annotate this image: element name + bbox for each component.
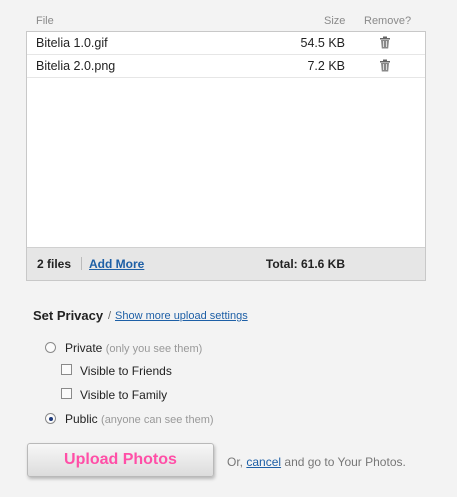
- header-file: File: [36, 15, 54, 27]
- file-row: Bitelia 2.0.png 7.2 KB: [27, 55, 425, 78]
- private-radio[interactable]: [45, 342, 56, 353]
- add-more-link[interactable]: Add More: [89, 257, 144, 271]
- trash-icon[interactable]: [379, 36, 391, 49]
- file-list-footer: 2 files Add More Total: 61.6 KB: [27, 247, 425, 280]
- file-rows: Bitelia 1.0.gif 54.5 KB Bitelia 2.0.png …: [27, 32, 425, 78]
- cancel-link[interactable]: cancel: [246, 455, 281, 469]
- privacy-title: Set Privacy: [33, 308, 104, 323]
- more-settings-link[interactable]: Show more upload settings: [115, 310, 248, 322]
- public-label: Public: [65, 412, 98, 426]
- friends-label: Visible to Friends: [80, 364, 172, 378]
- family-checkbox[interactable]: [61, 388, 72, 399]
- or-text: Or,: [227, 455, 244, 469]
- private-hint: (only you see them): [105, 343, 203, 355]
- file-size: 54.5 KB: [300, 36, 345, 50]
- trash-icon[interactable]: [379, 59, 391, 72]
- file-size: 7.2 KB: [307, 59, 345, 73]
- header-size: Size: [324, 15, 346, 27]
- upload-photos-button[interactable]: Upload Photos: [27, 443, 214, 477]
- public-radio[interactable]: [45, 413, 56, 424]
- file-name: Bitelia 1.0.gif: [36, 36, 108, 50]
- header-remove: Remove?: [364, 15, 412, 27]
- cancel-text: Or, cancel and go to Your Photos.: [227, 455, 406, 469]
- file-name: Bitelia 2.0.png: [36, 59, 116, 73]
- file-row: Bitelia 1.0.gif 54.5 KB: [27, 32, 425, 55]
- privacy-separator: /: [108, 310, 112, 322]
- friends-checkbox[interactable]: [61, 364, 72, 375]
- family-label: Visible to Family: [80, 388, 168, 402]
- private-option: Private (only you see them): [65, 341, 202, 355]
- private-label: Private: [65, 341, 103, 355]
- public-option: Public (anyone can see them): [65, 412, 214, 426]
- public-hint: (anyone can see them): [101, 414, 214, 426]
- file-count: 2 files: [37, 257, 72, 271]
- after-text: and go to Your Photos.: [284, 455, 406, 469]
- file-list: Bitelia 1.0.gif 54.5 KB Bitelia 2.0.png …: [26, 31, 426, 281]
- footer-divider: [81, 257, 82, 270]
- total-size: Total: 61.6 KB: [265, 257, 345, 271]
